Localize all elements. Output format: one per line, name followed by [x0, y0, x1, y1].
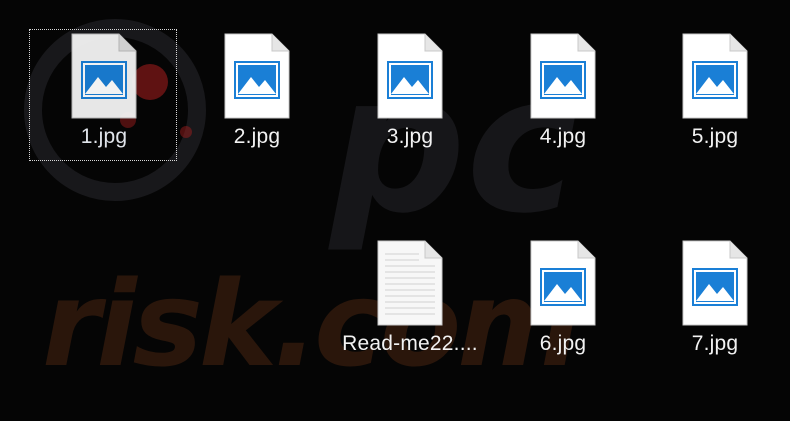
image-file-icon: [682, 240, 748, 326]
file-item-7-jpg[interactable]: 7.jpg: [640, 236, 790, 376]
file-item-4-jpg[interactable]: 4.jpg: [488, 29, 638, 169]
image-file-icon: [530, 33, 596, 119]
file-item-5-jpg[interactable]: 5.jpg: [640, 29, 790, 169]
text-file-icon: [377, 240, 443, 326]
image-file-icon: [224, 33, 290, 119]
file-name[interactable]: 7.jpg: [640, 332, 790, 356]
file-item-2-jpg[interactable]: 2.jpg: [182, 29, 332, 169]
file-item-6-jpg[interactable]: 6.jpg: [488, 236, 638, 376]
file-name[interactable]: 1.jpg: [29, 125, 179, 149]
file-name[interactable]: 4.jpg: [488, 125, 638, 149]
file-name[interactable]: Read-me22....: [335, 332, 485, 356]
image-file-icon: [682, 33, 748, 119]
file-name[interactable]: 5.jpg: [640, 125, 790, 149]
file-name[interactable]: 6.jpg: [488, 332, 638, 356]
file-item-3-jpg[interactable]: 3.jpg: [335, 29, 485, 169]
file-name[interactable]: 2.jpg: [182, 125, 332, 149]
file-explorer-view: pc risk.com 1.jpg 2.jpg 3.jpg 4.jpg 5.jp…: [0, 0, 790, 421]
file-item-1-jpg[interactable]: 1.jpg: [29, 29, 179, 169]
image-file-icon: [530, 240, 596, 326]
file-item-read-me[interactable]: Read-me22....: [335, 236, 485, 376]
file-name[interactable]: 3.jpg: [335, 125, 485, 149]
image-file-icon: [71, 33, 137, 119]
image-file-icon: [377, 33, 443, 119]
